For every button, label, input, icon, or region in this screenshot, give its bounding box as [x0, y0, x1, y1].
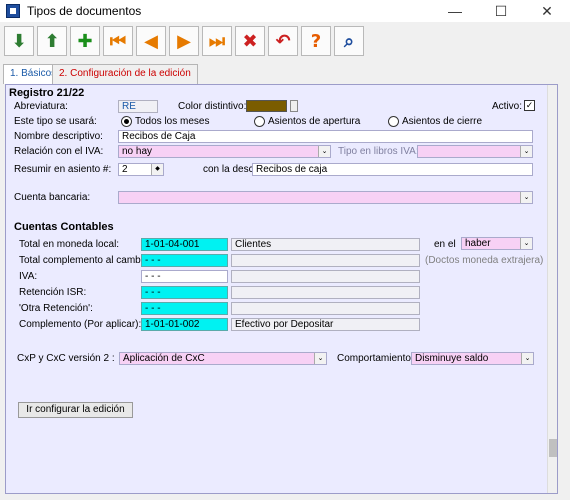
nombre-field[interactable]: Recibos de Caja	[118, 130, 533, 143]
otra-retencion-name	[231, 302, 420, 315]
close-button[interactable]: ✕	[524, 0, 570, 22]
iva-select-value: no hay	[122, 146, 153, 157]
delete-icon: ✖	[242, 30, 258, 52]
last-record-icon: ⏭	[208, 30, 226, 52]
iva-account-code[interactable]: - - -	[141, 270, 228, 283]
last-record-button[interactable]: ⏭	[202, 26, 232, 56]
help-icon: ?	[310, 30, 322, 52]
retencion-label: Retención ISR:	[19, 287, 87, 298]
comportamiento-label: Comportamiento:	[337, 353, 414, 364]
color-label: Color distintivo:	[178, 101, 247, 112]
chevron-down-icon[interactable]: ⌄	[318, 146, 330, 157]
undo-icon: ↶	[275, 30, 291, 52]
complemento-cambio-label: Total complemento al cambio:	[19, 255, 152, 266]
abreviatura-label: Abreviatura:	[14, 101, 68, 112]
radio-apertura-label: Asientos de apertura	[268, 116, 361, 127]
comportamiento-select[interactable]: Disminuye saldo ⌄	[411, 352, 534, 365]
export-icon: ⬆	[44, 30, 60, 52]
new-document-button[interactable]: ✚	[70, 26, 100, 56]
delete-button[interactable]: ✖	[235, 26, 265, 56]
scrollbar-thumb[interactable]	[549, 439, 557, 457]
descripcion-field[interactable]: Recibos de caja	[252, 163, 533, 176]
complemento-cambio-name	[231, 254, 420, 267]
iva-label: Relación con el IVA:	[14, 146, 104, 157]
record-counter: Registro 21/22	[9, 87, 85, 99]
cxp-label: CxP y CxC versión 2 :	[17, 353, 115, 364]
complemento-aplicar-label: Complemento (Por aplicar):	[19, 319, 142, 330]
title-bar: Tipos de documentos — ☐ ✕	[0, 0, 570, 22]
new-document-icon: ✚	[77, 30, 93, 52]
complemento-aplicar-code[interactable]: 1-01-01-002	[141, 318, 228, 331]
tipo-libros-label: Tipo en libros IVA:	[338, 146, 419, 157]
next-record-button[interactable]: ▶	[169, 26, 199, 56]
en-el-select[interactable]: haber ⌄	[461, 237, 533, 250]
cxp-select[interactable]: Aplicación de CxC ⌄	[119, 352, 327, 365]
radio-todos-los-meses[interactable]	[121, 116, 132, 127]
otra-retencion-code[interactable]: - - -	[141, 302, 228, 315]
resumir-value: 2	[122, 164, 128, 175]
import-button[interactable]: ⬇	[4, 26, 34, 56]
export-button[interactable]: ⬆	[37, 26, 67, 56]
vertical-scrollbar[interactable]	[547, 85, 557, 493]
form-panel: Registro 21/22 Abreviatura: RE Color dis…	[5, 84, 558, 494]
chevron-down-icon[interactable]: ⌄	[520, 192, 532, 203]
abreviatura-field[interactable]: RE	[118, 100, 158, 113]
window-title: Tipos de documentos	[27, 4, 142, 18]
chevron-down-icon[interactable]: ⌄	[520, 238, 532, 249]
tab-strip: 1. Básicos 2. Configuración de la edició…	[0, 62, 570, 84]
stepper-arrows-icon[interactable]: ◆	[151, 164, 163, 175]
cxp-value: Aplicación de CxC	[123, 353, 205, 364]
total-local-label: Total en moneda local:	[19, 239, 120, 250]
total-local-name: Clientes	[231, 238, 420, 251]
en-el-value: haber	[465, 238, 491, 249]
maximize-button[interactable]: ☐	[478, 0, 524, 22]
nombre-label: Nombre descriptivo:	[14, 131, 103, 142]
retencion-name	[231, 286, 420, 299]
tipo-libros-select[interactable]: ⌄	[417, 145, 533, 158]
undo-button[interactable]: ↶	[268, 26, 298, 56]
color-picker-button[interactable]	[290, 100, 298, 112]
minimize-button[interactable]: —	[432, 0, 478, 22]
next-record-icon: ▶	[177, 30, 191, 52]
configurar-edicion-button[interactable]: Ir configurar la edición	[18, 402, 133, 418]
radio-cierre-label: Asientos de cierre	[402, 116, 483, 127]
iva-select[interactable]: no hay ⌄	[118, 145, 331, 158]
tipo-label: Este tipo se usará:	[14, 116, 97, 127]
toolbar: ⬇ ⬆ ✚ ⏮ ◀ ▶ ⏭ ✖ ↶? ⌕	[0, 22, 570, 62]
cuenta-bancaria-select[interactable]: ⌄	[118, 191, 533, 204]
radio-asientos-cierre[interactable]	[388, 116, 399, 127]
app-icon	[6, 4, 20, 18]
otra-retencion-label: 'Otra Retención':	[19, 303, 93, 314]
tab-configuracion[interactable]: 2. Configuración de la edición	[52, 64, 198, 84]
previous-record-icon: ◀	[144, 30, 158, 52]
search-binoculars-button[interactable]: ⌕	[334, 26, 364, 56]
cuentas-contables-header: Cuentas Contables	[14, 221, 114, 233]
search-binoculars-icon: ⌕	[343, 30, 355, 52]
previous-record-button[interactable]: ◀	[136, 26, 166, 56]
help-button[interactable]: ?	[301, 26, 331, 56]
iva-account-name	[231, 270, 420, 283]
import-icon: ⬇	[11, 30, 27, 52]
total-local-code[interactable]: 1-01-04-001	[141, 238, 228, 251]
resumir-label: Resumir en asiento #:	[14, 164, 112, 175]
activo-label: Activo:	[492, 101, 523, 112]
radio-todos-label: Todos los meses	[135, 116, 210, 127]
first-record-icon: ⏮	[109, 30, 127, 52]
first-record-button[interactable]: ⏮	[103, 26, 133, 56]
comportamiento-value: Disminuye saldo	[415, 353, 489, 364]
iva-account-label: IVA:	[19, 271, 38, 282]
retencion-code[interactable]: - - -	[141, 286, 228, 299]
chevron-down-icon[interactable]: ⌄	[520, 146, 532, 157]
complemento-cambio-code[interactable]: - - -	[141, 254, 228, 267]
radio-asientos-apertura[interactable]	[254, 116, 265, 127]
chevron-down-icon[interactable]: ⌄	[314, 353, 326, 364]
en-el-label: en el	[434, 239, 456, 250]
complemento-aplicar-name: Efectivo por Depositar	[231, 318, 420, 331]
doctos-note: (Doctos moneda extrajera)	[425, 255, 544, 266]
cuenta-bancaria-label: Cuenta bancaria:	[14, 192, 91, 203]
color-swatch[interactable]	[246, 100, 287, 112]
chevron-down-icon[interactable]: ⌄	[521, 353, 533, 364]
resumir-stepper[interactable]: 2 ◆	[118, 163, 164, 176]
activo-checkbox[interactable]: ✓	[524, 100, 535, 111]
